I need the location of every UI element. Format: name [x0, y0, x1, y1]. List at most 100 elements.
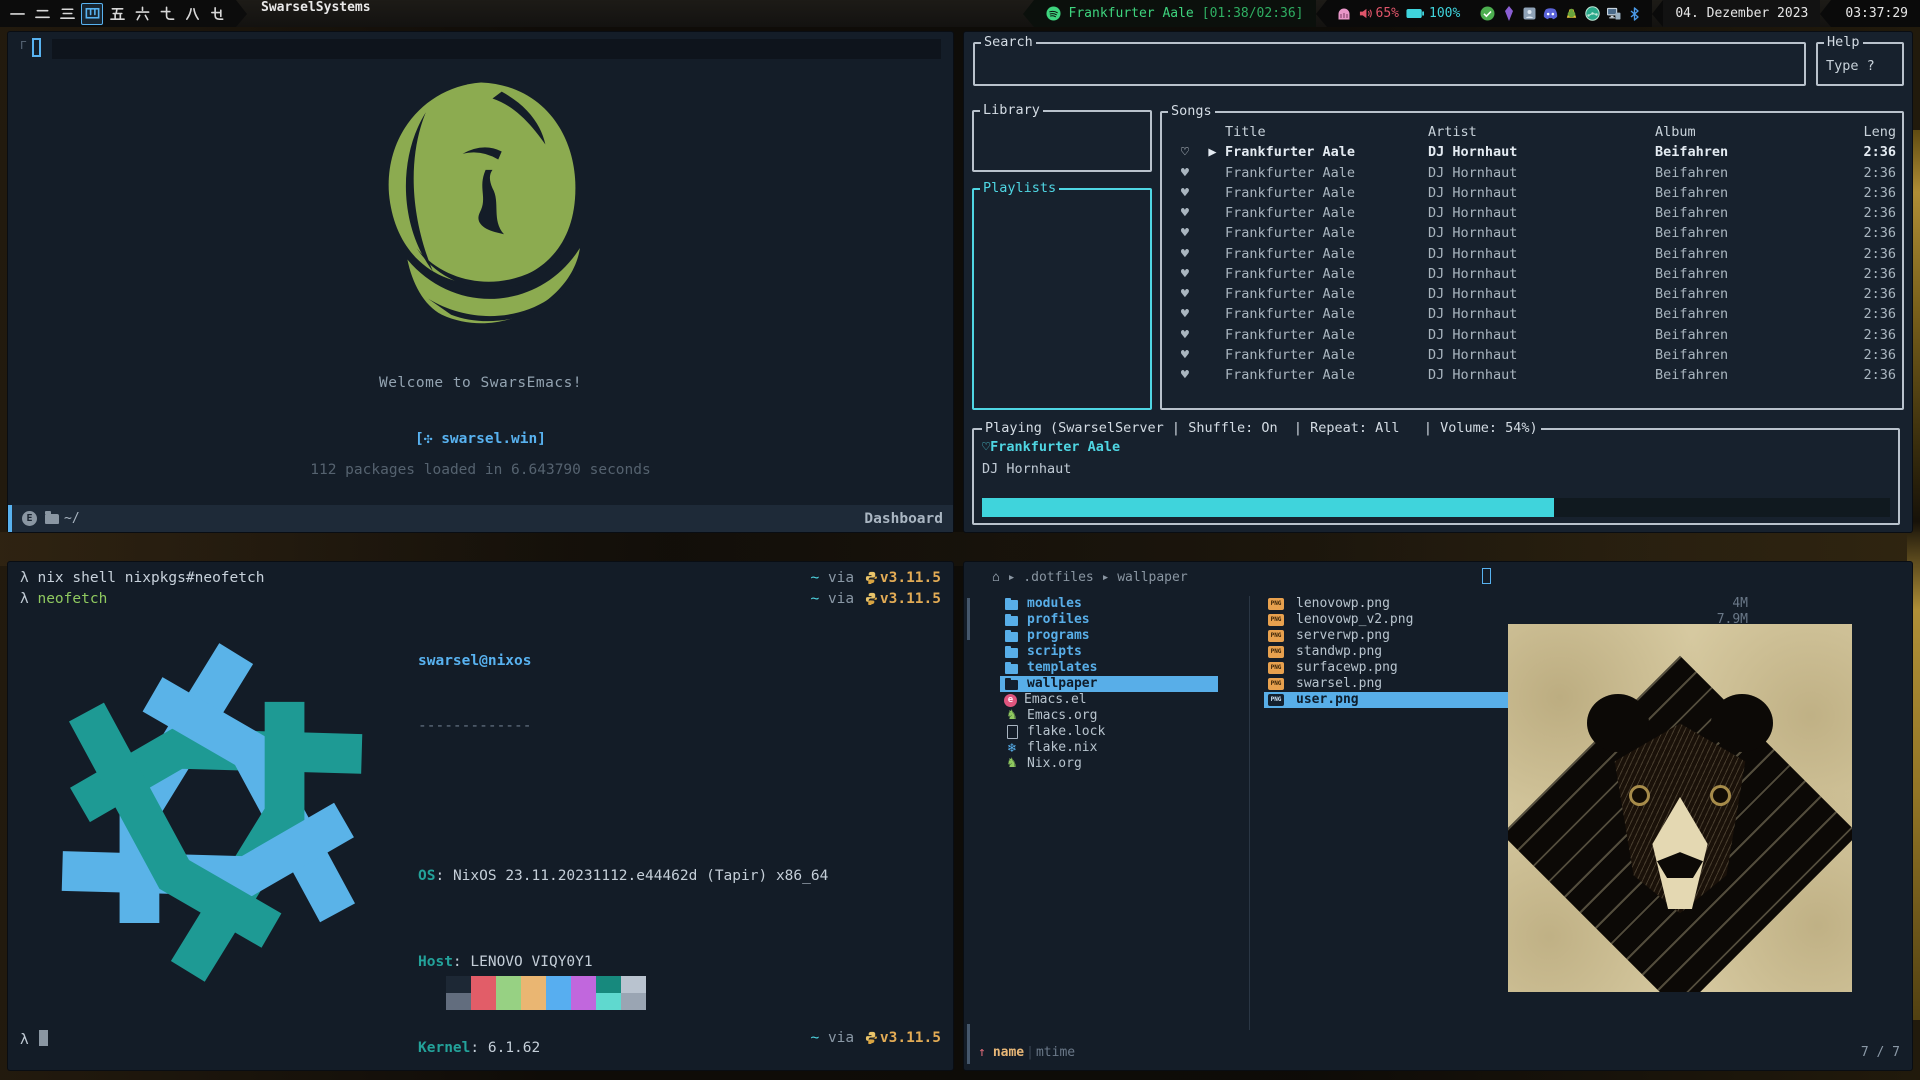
- scroll-indicator[interactable]: [967, 598, 970, 640]
- workspace-6[interactable]: [131, 3, 153, 25]
- neofetch-field: OS: NixOS 23.11.20231112.e44462d (Tapir)…: [418, 866, 828, 888]
- song-row[interactable]: ♥ Frankfurter Aale DJ Hornhaut Beifahren…: [1162, 345, 1902, 365]
- powerline-arrow: [1820, 0, 1831, 27]
- workspace-8[interactable]: [181, 3, 203, 25]
- file-row[interactable]: Nix.org: [1000, 756, 1218, 772]
- song-row[interactable]: ♥ Frankfurter Aale DJ Hornhaut Beifahren…: [1162, 183, 1902, 203]
- png-file-icon: [1268, 646, 1284, 658]
- file-row[interactable]: lenovowp.png 4M: [1264, 596, 1754, 612]
- playing-track: ♡Frankfurter Aale: [982, 439, 1120, 455]
- heart-icon[interactable]: ♥: [1170, 365, 1200, 385]
- bluetooth-icon[interactable]: [1627, 6, 1642, 21]
- file-row[interactable]: Emacs.org: [1000, 708, 1218, 724]
- heart-icon[interactable]: ♥: [1170, 264, 1200, 284]
- play-icon: [1200, 264, 1225, 284]
- breadcrumb[interactable]: ⌂ ▸ .dotfiles ▸ wallpaper: [992, 570, 1188, 585]
- bear-eye: [1632, 788, 1647, 803]
- file-row[interactable]: profiles: [1000, 612, 1218, 628]
- shard-icon[interactable]: [1501, 6, 1516, 21]
- palette-swatch: [446, 976, 471, 993]
- workspace-2[interactable]: [31, 3, 53, 25]
- workspace-3[interactable]: [56, 3, 78, 25]
- sort-direction-icon[interactable]: ↑: [978, 1045, 986, 1060]
- python-icon: [865, 1031, 878, 1048]
- header-band: [52, 39, 941, 59]
- battery-module[interactable]: 100%: [1406, 6, 1460, 21]
- welcome-message: Welcome to SwarsEmacs!: [8, 375, 953, 391]
- playing-header: Playing (SwarselServer | Shuffle: On | R…: [982, 420, 1541, 436]
- discord-icon[interactable]: [1543, 6, 1558, 21]
- system-tray: [1470, 0, 1652, 27]
- song-row[interactable]: ♥ Frankfurter Aale DJ Hornhaut Beifahren…: [1162, 365, 1902, 385]
- now-playing-module[interactable]: Frankfurter Aale [01:38/02:36]: [1034, 0, 1316, 27]
- vault-icon[interactable]: [1337, 6, 1352, 21]
- heart-icon[interactable]: ♥: [1170, 325, 1200, 345]
- modeline-path: ~/: [64, 511, 80, 526]
- heart-icon[interactable]: ♥: [1170, 163, 1200, 183]
- song-row[interactable]: ♥ Frankfurter Aale DJ Hornhaut Beifahren…: [1162, 223, 1902, 243]
- turtle-icon[interactable]: [1564, 6, 1579, 21]
- workspace-1[interactable]: [6, 3, 28, 25]
- file-row[interactable]: Emacs.el: [1000, 692, 1218, 708]
- workspace-9[interactable]: [206, 3, 228, 25]
- help-label: Help: [1824, 34, 1863, 50]
- heart-icon[interactable]: ♥: [1170, 203, 1200, 223]
- file-row[interactable]: flake.nix: [1000, 740, 1218, 756]
- check-icon[interactable]: [1480, 6, 1495, 21]
- file-row[interactable]: templates: [1000, 660, 1218, 676]
- workspace-5[interactable]: [106, 3, 128, 25]
- search-input[interactable]: Search: [973, 42, 1806, 86]
- file-row[interactable]: scripts: [1000, 644, 1218, 660]
- palette-swatch: [521, 993, 546, 1010]
- file-row[interactable]: modules: [1000, 596, 1218, 612]
- shell-prompt[interactable]: λ: [20, 1030, 48, 1048]
- palette-swatch: [471, 993, 496, 1010]
- command-line-1: λ nix shell nixpkgs#neofetch: [20, 570, 264, 586]
- songs-panel: Songs Title Artist Album Leng ♡ ▶ Frankf…: [1160, 111, 1904, 410]
- song-row[interactable]: ♥ Frankfurter Aale DJ Hornhaut Beifahren…: [1162, 304, 1902, 324]
- bear-ear: [1711, 694, 1773, 752]
- preview-pane-cursor: [1482, 568, 1491, 584]
- play-icon: [1200, 284, 1225, 304]
- song-row[interactable]: ♥ Frankfurter Aale DJ Hornhaut Beifahren…: [1162, 163, 1902, 183]
- song-row[interactable]: ♥ Frankfurter Aale DJ Hornhaut Beifahren…: [1162, 244, 1902, 264]
- workspace-4-active[interactable]: [81, 3, 103, 25]
- system-stats: 65% 100%: [1327, 0, 1471, 27]
- sort-secondary[interactable]: mtime: [1036, 1045, 1075, 1060]
- song-row[interactable]: ♥ Frankfurter Aale DJ Hornhaut Beifahren…: [1162, 203, 1902, 223]
- box-icon[interactable]: [1522, 6, 1537, 21]
- workspace-7[interactable]: [156, 3, 178, 25]
- emacs-buffer-icon: E: [22, 511, 37, 526]
- sort-primary[interactable]: name: [993, 1045, 1024, 1060]
- songs-title: Songs: [1168, 103, 1215, 119]
- site-link[interactable]: [✣ swarsel.win]: [8, 431, 953, 447]
- heart-icon[interactable]: ♥: [1170, 304, 1200, 324]
- file-icon: [1004, 614, 1020, 627]
- song-row[interactable]: ♡ ▶ Frankfurter Aale DJ Hornhaut Beifahr…: [1162, 142, 1902, 162]
- heart-icon[interactable]: ♥: [1170, 345, 1200, 365]
- display-icon[interactable]: [1606, 6, 1621, 21]
- heart-icon[interactable]: ♥: [1170, 223, 1200, 243]
- heart-icon[interactable]: ♡: [1170, 142, 1200, 162]
- heart-icon[interactable]: ♥: [1170, 244, 1200, 264]
- library-title: Library: [980, 102, 1043, 118]
- png-file-icon: [1268, 598, 1284, 610]
- clock-module: 03:37:29: [1831, 0, 1920, 27]
- heart-icon[interactable]: ♥: [1170, 284, 1200, 304]
- volume-module[interactable]: 65%: [1359, 6, 1399, 21]
- heart-icon[interactable]: ♥: [1170, 183, 1200, 203]
- file-row[interactable]: wallpaper: [1000, 676, 1218, 692]
- syncthing-icon[interactable]: [1585, 6, 1600, 21]
- song-row[interactable]: ♥ Frankfurter Aale DJ Hornhaut Beifahren…: [1162, 284, 1902, 304]
- speaker-icon: [1359, 7, 1372, 20]
- modeline-accent: [8, 505, 12, 532]
- help-panel: Help Type ?: [1816, 42, 1904, 86]
- palette-swatch: [471, 976, 496, 993]
- song-row[interactable]: ♥ Frankfurter Aale DJ Hornhaut Beifahren…: [1162, 325, 1902, 345]
- progress-track[interactable]: [982, 498, 1890, 517]
- song-row[interactable]: ♥ Frankfurter Aale DJ Hornhaut Beifahren…: [1162, 264, 1902, 284]
- heart-icon: ♡: [982, 439, 990, 455]
- file-row[interactable]: programs: [1000, 628, 1218, 644]
- neofetch-separator: -------------: [418, 716, 828, 738]
- file-row[interactable]: flake.lock: [1000, 724, 1218, 740]
